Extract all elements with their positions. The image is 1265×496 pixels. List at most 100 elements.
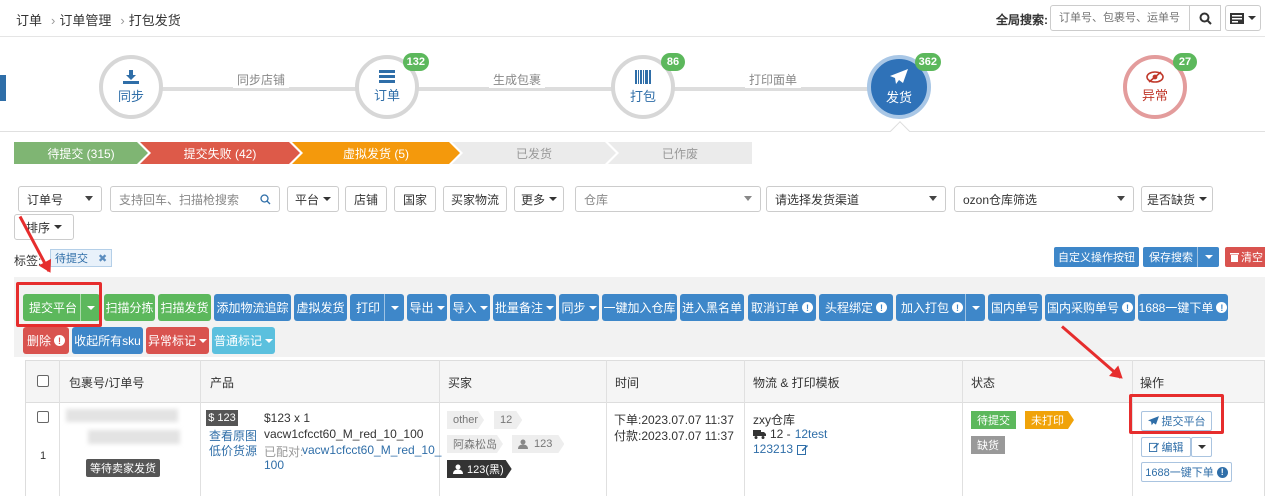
print-dropdown[interactable] (384, 294, 404, 321)
edit-icon[interactable] (797, 444, 809, 455)
step-abnormal[interactable]: 异常 27 (1123, 53, 1197, 119)
chevron-down-icon (1197, 445, 1206, 449)
button-label: 导出 (409, 301, 434, 315)
sync-dropdown[interactable]: 同步 (559, 294, 599, 321)
button-label: 编辑 (1161, 442, 1184, 454)
paired-sku-link-tail[interactable]: 100 (264, 458, 284, 472)
step-sync[interactable]: 同步 (99, 55, 163, 119)
row-order-1688-button[interactable]: 1688一键下单 ! (1141, 462, 1232, 482)
batch-note-dropdown[interactable]: 批量备注 (493, 294, 556, 321)
tab-voided[interactable]: 已作废 (608, 142, 752, 164)
domestic-purchase-no-button[interactable]: 国内采购单号! (1045, 294, 1135, 321)
warehouse-select[interactable]: 仓库 (575, 186, 761, 212)
step-label: 同步 (117, 88, 144, 104)
scan-sort-button[interactable]: 扫描分拣 (104, 294, 155, 321)
collapse-sku-button[interactable]: 收起所有sku (72, 327, 143, 354)
tab-label: 虚拟发货 (5) (342, 146, 409, 161)
select-value: 订单号 (27, 192, 64, 207)
breadcrumb-item[interactable]: 订单管理 (59, 13, 111, 28)
info-icon: ! (952, 302, 964, 313)
select-all-checkbox[interactable] (37, 375, 49, 387)
product-sku: vacw1cfcct60_M_red_10_100 (264, 427, 424, 441)
save-search-button[interactable]: 保存搜索 (1143, 247, 1219, 267)
row-edit-dropdown[interactable] (1191, 437, 1212, 457)
buyer-tag: other (447, 411, 484, 429)
global-search-input[interactable] (1050, 5, 1190, 31)
button-label: 保存搜索 (1149, 252, 1193, 264)
flow-link-print-label: 打印面单 (745, 71, 802, 88)
button-label: 取消订单 (750, 301, 799, 315)
logistics-link[interactable]: 12test (795, 427, 828, 441)
blacklist-button[interactable]: 进入黑名单 (680, 294, 744, 321)
warehouse-name: zxy仓库 (753, 413, 796, 427)
scan-ship-button[interactable]: 扫描发货 (158, 294, 211, 321)
col-time: 时间 (615, 376, 640, 390)
shop-button[interactable]: 店铺 (345, 186, 387, 212)
add-pack-dropdown[interactable] (965, 294, 985, 321)
list-icon (1230, 12, 1244, 24)
tab-shipped[interactable]: 已发货 (452, 142, 616, 164)
tag-chip: 待提交 ✖ (50, 249, 113, 267)
tab-virtual-shipped[interactable]: 虚拟发货 (5) (292, 142, 460, 164)
step-pack[interactable]: 打包 86 (611, 53, 685, 119)
chevron-down-icon (971, 305, 980, 310)
normal-mark-dropdown[interactable]: 普通标记 (212, 327, 275, 354)
scan-search-input[interactable]: 支持回车、扫描枪搜索 (110, 186, 280, 212)
global-search-label: 全局搜索: (996, 13, 1048, 27)
order-no-select[interactable]: 订单号 (18, 186, 102, 212)
shipping-channel-select[interactable]: 请选择发货渠道 (766, 186, 946, 212)
search-button[interactable] (1189, 5, 1221, 31)
add-tracking-button[interactable]: 添加物流追踪 (214, 294, 291, 321)
row-checkbox[interactable] (37, 411, 49, 423)
more-dropdown[interactable]: 更多 (514, 186, 564, 212)
export-dropdown[interactable]: 导出 (407, 294, 447, 321)
buyer-num: 123 (534, 438, 553, 450)
eye-slash-icon (1146, 70, 1164, 83)
breadcrumb: 订单 › 订单管理 › 打包发货 (16, 13, 181, 28)
custom-action-button[interactable]: 自定义操作按钮 (1054, 247, 1139, 267)
country-button[interactable]: 国家 (394, 186, 436, 212)
user-icon (453, 464, 463, 474)
select-value: 请选择发货渠道 (775, 192, 860, 207)
tracking-no[interactable]: 123213 (753, 442, 809, 456)
tab-pending-submit[interactable]: 待提交 (315) (14, 142, 148, 164)
step-ship[interactable]: 发货 362 (867, 53, 941, 119)
head-bind-button[interactable]: 头程绑定! (819, 294, 893, 321)
select-value: ozon仓库筛选 (963, 192, 1038, 207)
breadcrumb-item[interactable]: 订单 (16, 13, 42, 28)
order-time: 下单:2023.07.07 11:37 (614, 413, 734, 427)
tab-label: 已作废 (661, 146, 698, 161)
chevron-down-icon (390, 305, 399, 310)
list-icon (379, 70, 395, 83)
ozon-warehouse-select[interactable]: ozon仓库筛选 (954, 186, 1134, 212)
delete-button[interactable]: 删除! (23, 327, 69, 354)
abnormal-mark-dropdown[interactable]: 异常标记 (146, 327, 209, 354)
cancel-order-button[interactable]: 取消订单! (748, 294, 816, 321)
add-to-warehouse-button[interactable]: 一键加入仓库 (602, 294, 677, 321)
stockout-dropdown[interactable]: 是否缺货 (1141, 186, 1213, 212)
order-1688-button[interactable]: 1688一键下单! (1138, 294, 1228, 321)
step-badge: 132 (402, 53, 429, 71)
low-price-source-link[interactable]: 低价货源 (209, 442, 257, 459)
button-label: 普通标记 (213, 334, 262, 348)
row-edit-button[interactable]: 编辑 (1141, 437, 1191, 457)
chevron-down-icon (1248, 16, 1256, 20)
button-label: 同步 (561, 301, 586, 315)
button-label: 进入黑名单 (681, 301, 742, 315)
domestic-no-button[interactable]: 国内单号 (988, 294, 1042, 321)
add-pack-button[interactable]: 加入打包! (896, 294, 985, 321)
chevron-down-icon[interactable] (1204, 255, 1213, 259)
platform-dropdown[interactable]: 平台 (287, 186, 339, 212)
import-dropdown[interactable]: 导入 (450, 294, 490, 321)
close-icon[interactable]: ✖ (98, 252, 107, 265)
button-label: 买家物流 (450, 192, 499, 207)
print-button[interactable]: 打印 (350, 294, 404, 321)
list-menu-button[interactable] (1225, 5, 1261, 31)
clear-button[interactable]: 清空 (1225, 247, 1265, 267)
breadcrumb-item: 打包发货 (128, 13, 181, 28)
buyer-logistics-button[interactable]: 买家物流 (443, 186, 507, 212)
virtual-ship-button[interactable]: 虚拟发货 (294, 294, 347, 321)
tab-submit-failed[interactable]: 提交失败 (42) (140, 142, 300, 164)
step-order[interactable]: 订单 132 (355, 53, 429, 119)
paired-sku-link[interactable]: vacw1cfcct60_M_red_10_ (302, 443, 441, 457)
